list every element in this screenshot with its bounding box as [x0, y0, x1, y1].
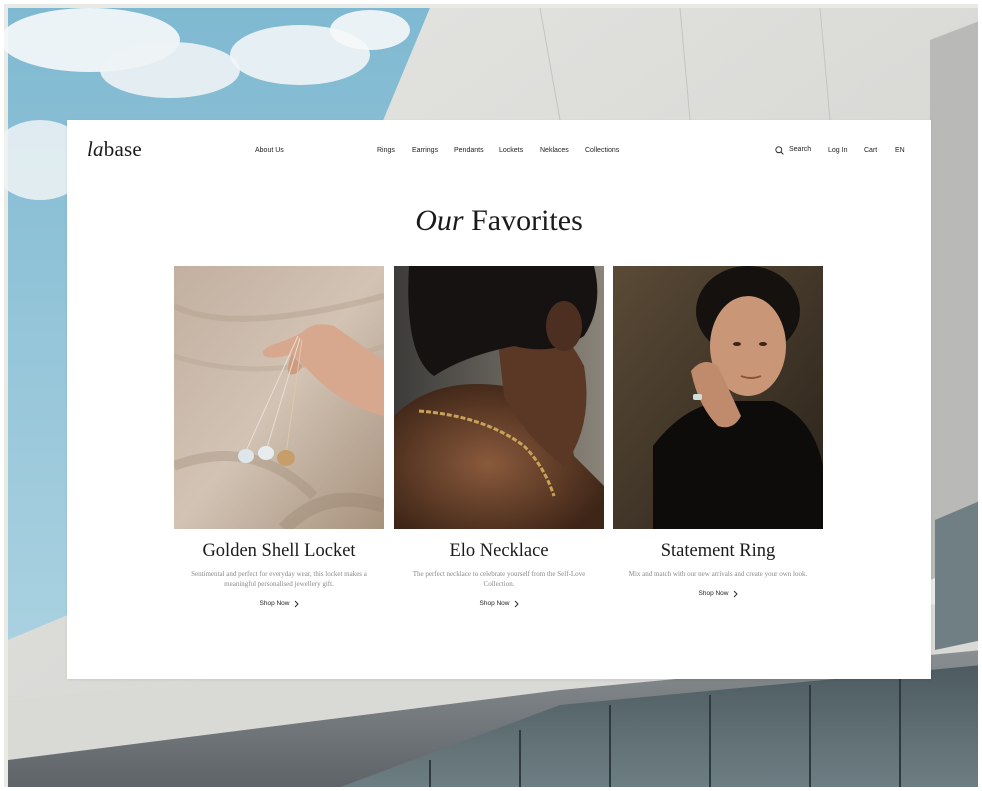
section-title-italic: Our	[415, 204, 464, 237]
product-image-ring[interactable]	[613, 266, 823, 529]
product-description: Sentimental and perfect for everyday wea…	[191, 570, 367, 588]
shop-now-label: Shop Now	[698, 590, 729, 597]
website-card: labase About Us Rings Earrings Pendants …	[67, 120, 931, 679]
chevron-right-icon	[733, 590, 738, 598]
section-title-regular: Favorites	[471, 204, 583, 237]
shop-now-link[interactable]: Shop Now	[174, 599, 384, 609]
brand-logo[interactable]: labase	[87, 135, 142, 163]
product-name[interactable]: Statement Ring	[613, 540, 823, 562]
logo-regular: base	[103, 137, 142, 161]
nav-rings[interactable]: Rings	[377, 146, 395, 156]
nav-lockets[interactable]: Lockets	[499, 146, 523, 156]
chevron-right-icon	[514, 600, 519, 608]
search-button[interactable]: Search	[775, 145, 811, 155]
search-label: Search	[789, 146, 812, 153]
shop-now-link[interactable]: Shop Now	[394, 599, 604, 609]
product-card-statement-ring: Statement Ring Mix and match with our ne…	[613, 266, 823, 599]
product-image-necklace[interactable]	[394, 266, 604, 529]
product-description: Mix and match with our new arrivals and …	[628, 570, 808, 578]
nav-about-us[interactable]: About Us	[255, 146, 284, 156]
shop-now-link[interactable]: Shop Now	[613, 589, 823, 599]
product-card-elo-necklace: Elo Necklace The perfect necklace to cel…	[394, 266, 604, 609]
language-selector[interactable]: EN	[895, 146, 905, 156]
product-image-locket[interactable]	[174, 266, 384, 529]
search-icon	[775, 145, 784, 155]
product-name[interactable]: Golden Shell Locket	[174, 540, 384, 562]
shop-now-label: Shop Now	[479, 600, 510, 607]
nav-log-in[interactable]: Log In	[828, 146, 847, 156]
nav-cart[interactable]: Cart	[864, 146, 877, 156]
nav-earrings[interactable]: Earrings	[412, 146, 438, 156]
nav-pendants[interactable]: Pendants	[454, 146, 484, 156]
logo-italic: la	[87, 137, 104, 161]
product-name[interactable]: Elo Necklace	[394, 540, 604, 562]
shop-now-label: Shop Now	[259, 600, 290, 607]
nav-collections[interactable]: Collections	[585, 146, 619, 156]
section-title: Our Favorites	[67, 203, 931, 239]
chevron-right-icon	[294, 600, 299, 608]
product-card-golden-shell-locket: Golden Shell Locket Sentimental and perf…	[174, 266, 384, 609]
product-description: The perfect necklace to celebrate yourse…	[412, 570, 586, 588]
nav-neklaces[interactable]: Neklaces	[540, 146, 569, 156]
